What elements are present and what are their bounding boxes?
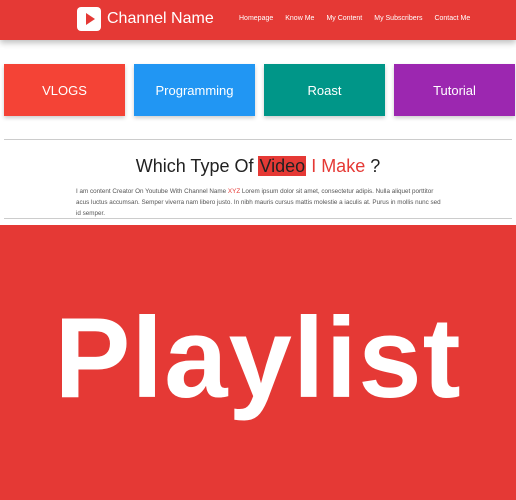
desc-accent: XYZ <box>227 188 241 195</box>
category-vlogs[interactable]: VLOGS <box>4 64 125 116</box>
section-description: I am content Creator On Youtube With Cha… <box>76 186 446 219</box>
nav-homepage[interactable]: Homepage <box>239 15 273 22</box>
channel-name[interactable]: Channel Name <box>107 10 214 28</box>
divider-top <box>4 139 512 140</box>
heading-highlight: Video <box>258 156 307 176</box>
heading-end: ? <box>365 156 381 176</box>
nav-my-subscribers[interactable]: My Subscribers <box>374 15 422 22</box>
category-vlogs-label: VLOGS <box>42 82 87 98</box>
category-tutorial[interactable]: Tutorial <box>394 64 515 116</box>
heading-accent: I Make <box>306 156 366 176</box>
category-programming[interactable]: Programming <box>134 64 255 116</box>
category-tutorial-label: Tutorial <box>433 82 476 98</box>
category-roast[interactable]: Roast <box>264 64 385 116</box>
nav-know-me[interactable]: Know Me <box>285 15 314 22</box>
play-icon[interactable] <box>77 7 101 31</box>
nav-my-content[interactable]: My Content <box>326 15 362 22</box>
category-roast-label: Roast <box>307 82 342 98</box>
heading-start: Which Type Of <box>135 156 259 176</box>
nav-menu: Homepage Know Me My Content My Subscribe… <box>239 15 470 22</box>
desc-start: I am content Creator On Youtube With Cha… <box>76 188 228 195</box>
divider-bottom <box>4 218 512 219</box>
nav-contact-me[interactable]: Contact Me <box>434 15 470 22</box>
section-heading: Which Type Of Video I Make ? <box>0 156 516 177</box>
top-navbar: Channel Name Homepage Know Me My Content… <box>0 0 516 40</box>
category-programming-label: Programming <box>155 82 234 98</box>
playlist-banner: Playlist <box>0 225 516 500</box>
banner-title: Playlist <box>54 295 462 422</box>
